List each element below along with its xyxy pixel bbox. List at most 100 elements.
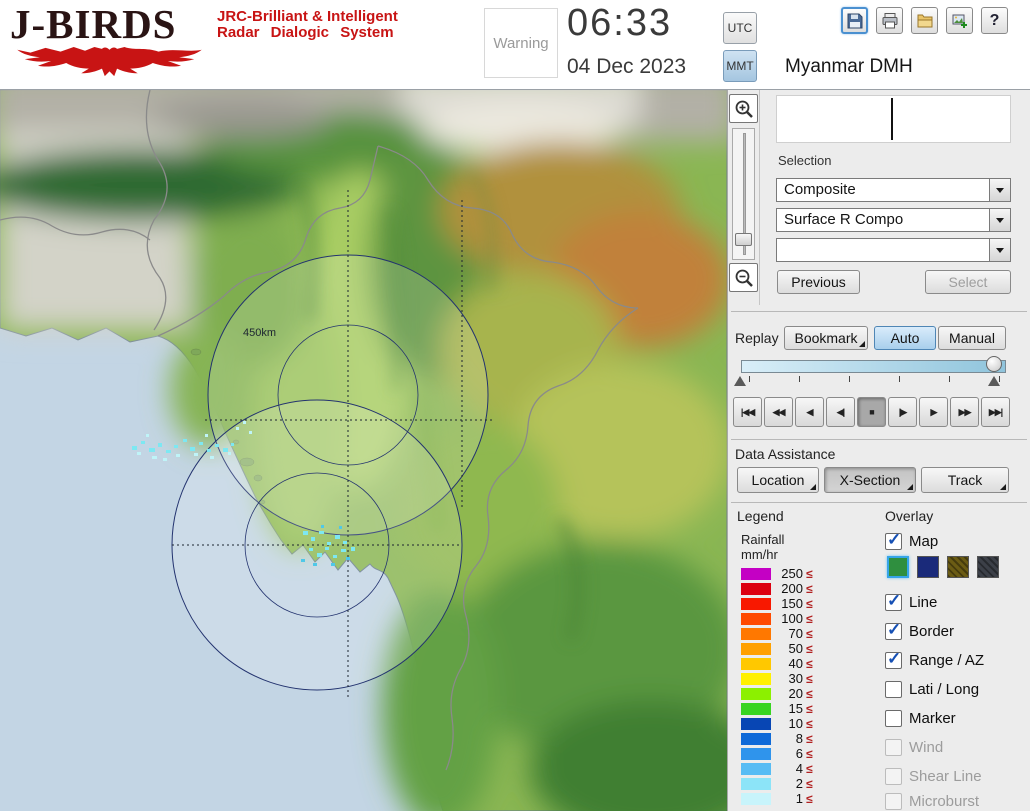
zoom-in-button[interactable] [729, 94, 758, 123]
open-folder-button[interactable] [911, 7, 938, 34]
help-icon: ? [989, 11, 1000, 29]
legend-value: 40 [788, 656, 803, 671]
overlay-item-shear-line: Shear Line [885, 766, 982, 786]
overlay-item-marker[interactable]: Marker [885, 708, 956, 728]
playback-skip-start-button[interactable]: |◀◀ [733, 397, 762, 427]
playback-play-reverse-button[interactable]: ◀ [795, 397, 824, 427]
utc-label: UTC [727, 21, 753, 35]
checkbox[interactable] [885, 680, 902, 698]
legend-color-swatch [741, 747, 771, 760]
legend-color-swatch [741, 777, 771, 790]
checkbox[interactable] [885, 620, 902, 640]
lte-symbol: ≤ [806, 671, 813, 686]
mmt-button[interactable]: MMT [723, 50, 757, 82]
mmt-label: MMT [726, 59, 754, 73]
dropdown-arrow-button[interactable] [989, 239, 1010, 261]
save-icon [847, 13, 862, 28]
slider-end-marker[interactable] [988, 376, 1000, 386]
checkbox[interactable] [885, 591, 902, 611]
product-dropdown[interactable]: Surface R Compo [776, 208, 1011, 232]
overlay-item-line[interactable]: Line [885, 591, 937, 612]
playback-fast-forward-button[interactable]: ▶▶ [950, 397, 979, 427]
overlay-item-label: Wind [909, 738, 944, 756]
help-button[interactable]: ? [981, 7, 1008, 34]
dropdown-arrow-button[interactable] [989, 209, 1010, 231]
legend-color-swatch [741, 702, 771, 715]
overlay-item-label: Microburst [909, 792, 980, 810]
dropdown-arrow-button[interactable] [989, 179, 1010, 201]
xsection-button[interactable]: X-Section [824, 467, 916, 493]
eagle-logo-icon [12, 46, 207, 83]
separator [731, 502, 1027, 503]
zoom-slider-thumb[interactable] [735, 233, 752, 246]
overlay-item-label: Range / AZ [909, 651, 985, 669]
chevron-down-icon [996, 247, 1004, 253]
slider-start-marker[interactable] [734, 376, 746, 386]
overlay-item-border[interactable]: Border [885, 620, 954, 641]
app-window: J-BIRDS JRC-Brilliant & Intelligent Rada… [0, 0, 1030, 811]
overlay-title: Overlay [885, 508, 934, 524]
location-button[interactable]: Location [737, 467, 819, 493]
extra-dropdown[interactable] [776, 238, 1011, 262]
map-style-swatch-navy[interactable] [917, 556, 939, 578]
legend-value: 100 [781, 611, 803, 626]
overlay-item-lati-long[interactable]: Lati / Long [885, 679, 979, 699]
logo-subtitle: JRC-Brilliant & Intelligent Radar Dialog… [217, 9, 398, 41]
checkbox[interactable] [885, 649, 902, 669]
time-slider[interactable] [741, 360, 1006, 373]
overlay-item-label: Shear Line [909, 767, 982, 785]
overlay-item-map[interactable]: Map [885, 530, 938, 551]
legend-value: 20 [788, 686, 803, 701]
print-button[interactable] [876, 7, 903, 34]
select-button[interactable]: Select [925, 270, 1011, 294]
lte-symbol: ≤ [806, 731, 813, 746]
playback-skip-end-button[interactable]: ▶▶| [981, 397, 1010, 427]
legend-value: 150 [781, 596, 803, 611]
bookmark-button[interactable]: Bookmark [784, 326, 868, 350]
playback-fast-rewind-button[interactable]: ◀◀ [764, 397, 793, 427]
save-button[interactable] [841, 7, 868, 34]
zoom-out-button[interactable] [729, 263, 758, 292]
previous-button[interactable]: Previous [777, 270, 860, 294]
warning-button[interactable]: Warning [484, 8, 558, 78]
menu-corner-icon [1000, 484, 1006, 490]
slider-tick [749, 376, 750, 382]
legend-value: 6 [795, 746, 803, 761]
legend-value: 200 [781, 581, 803, 596]
menu-corner-icon [859, 341, 865, 347]
checkbox[interactable] [885, 530, 902, 550]
legend-item: 2 ≤ [741, 776, 813, 791]
add-image-button[interactable] [946, 7, 973, 34]
playback-step-forward-button[interactable]: |▶ [888, 397, 917, 427]
overlay-item-microburst: Microburst [885, 791, 979, 811]
map-style-swatch-olive[interactable] [947, 556, 969, 578]
lte-symbol: ≤ [806, 656, 813, 671]
auto-button[interactable]: Auto [874, 326, 936, 350]
legend-unit: mm/hr [741, 547, 778, 562]
time-slider-thumb[interactable] [986, 356, 1002, 372]
manual-button[interactable]: Manual [938, 326, 1006, 350]
track-button[interactable]: Track [921, 467, 1009, 493]
legend-item: 15 ≤ [741, 701, 813, 716]
track-label: Track [947, 472, 983, 488]
map-style-swatch-gray[interactable] [977, 556, 999, 578]
print-icon [882, 12, 897, 28]
checkbox[interactable] [885, 709, 902, 727]
overlay-item-wind: Wind [885, 737, 943, 757]
slider-tick [899, 376, 900, 382]
lte-symbol: ≤ [806, 596, 813, 611]
legend-value: 70 [788, 626, 803, 641]
map-style-swatch-green[interactable] [887, 556, 909, 578]
playback-stop-button[interactable]: ■ [857, 397, 886, 427]
legend-value: 10 [788, 716, 803, 731]
overlay-item-range-az[interactable]: Range / AZ [885, 649, 985, 670]
zoom-slider[interactable] [732, 128, 755, 260]
selection-label: Selection [778, 153, 832, 168]
utc-button[interactable]: UTC [723, 12, 757, 44]
legend-color-swatch [741, 582, 771, 595]
playback-step-back-button[interactable]: ◀| [826, 397, 855, 427]
composite-dropdown[interactable]: Composite [776, 178, 1011, 202]
playback-play-button[interactable]: ▶ [919, 397, 948, 427]
map-viewport[interactable]: 450km [0, 90, 727, 811]
lte-symbol: ≤ [806, 776, 813, 791]
